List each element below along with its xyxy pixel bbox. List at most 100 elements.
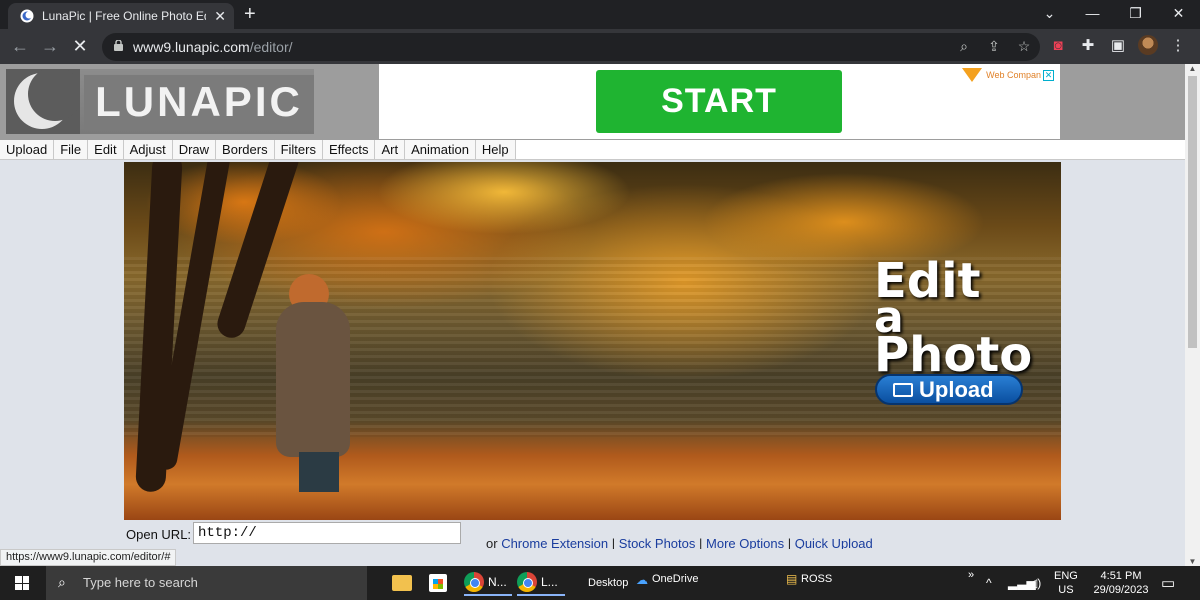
tab-title: LunaPic | Free Online Photo Edit	[42, 9, 206, 23]
clock-time: 4:51 PM	[1101, 570, 1142, 582]
chrome-extension-link[interactable]: Chrome Extension	[501, 536, 608, 549]
link-separator: |	[699, 536, 702, 549]
url-path: /editor/	[250, 39, 293, 55]
menu-animation[interactable]: Animation	[405, 140, 476, 159]
quick-upload-link[interactable]: Quick Upload	[795, 536, 873, 549]
folder-icon	[893, 383, 913, 397]
page-scrollbar[interactable]: ▲ ▼	[1185, 64, 1200, 566]
lunapic-favicon-icon	[20, 9, 34, 23]
chrome-icon	[517, 572, 537, 592]
chrome-window-2-button[interactable]: L...	[517, 570, 565, 596]
link-separator: |	[788, 536, 791, 549]
forward-arrow-icon[interactable]: →	[38, 35, 62, 59]
ad-brand[interactable]: Web Compan ✕	[962, 68, 1054, 82]
link-separator: |	[612, 536, 615, 549]
menu-adjust[interactable]: Adjust	[124, 140, 173, 159]
ross-file-icon: ▤	[786, 572, 797, 586]
photographer-body	[276, 302, 350, 457]
status-bar-url: https://www9.lunapic.com/editor/#	[0, 549, 176, 566]
stock-photos-link[interactable]: Stock Photos	[619, 536, 696, 549]
windows-logo-icon	[15, 576, 29, 590]
search-icon: ⌕	[58, 574, 74, 590]
menu-upload[interactable]: Upload	[0, 140, 54, 159]
web-page: LUNAPIC START Web Compan ✕ Upload File E…	[0, 64, 1185, 549]
hero-upload-button[interactable]: Upload	[875, 374, 1023, 405]
ad-close-icon[interactable]: ✕	[1043, 70, 1054, 81]
share-icon[interactable]: ⇪	[986, 38, 1002, 55]
onedrive-cloud-icon[interactable]: ☁	[636, 573, 648, 587]
ross-label[interactable]: ROSS	[801, 572, 832, 586]
browser-tab[interactable]: LunaPic | Free Online Photo Edit ✕	[8, 3, 234, 29]
scrollbar-thumb[interactable]	[1188, 76, 1197, 348]
menu-filters[interactable]: Filters	[275, 140, 323, 159]
menu-effects[interactable]: Effects	[323, 140, 376, 159]
clock[interactable]: 4:51 PM 29/09/2023	[1090, 569, 1152, 597]
zoom-search-icon[interactable]: ⌕	[956, 38, 972, 55]
chrome-window-1-label: N...	[488, 575, 507, 589]
show-hidden-icons-icon[interactable]: ^	[986, 576, 992, 590]
more-options-link[interactable]: More Options	[706, 536, 784, 549]
taskbar-search-placeholder: Type here to search	[83, 575, 198, 590]
browser-tab-bar: LunaPic | Free Online Photo Edit ✕ + ⌄ —…	[0, 0, 1200, 29]
window-controls: ⌄ — ❐ ✕	[1028, 0, 1200, 29]
upload-options-links: or Chrome Extension | Stock Photos | Mor…	[486, 536, 873, 549]
ad-start-button[interactable]: START	[596, 70, 842, 133]
side-panel-icon[interactable]: ▣	[1108, 36, 1128, 54]
new-tab-icon[interactable]: +	[244, 3, 256, 25]
extensions-puzzle-icon[interactable]: ✚	[1078, 36, 1098, 54]
volume-icon[interactable]: ◁)	[1028, 576, 1041, 590]
file-explorer-button[interactable]	[392, 570, 412, 596]
lunapic-logo[interactable]: LUNAPIC	[6, 69, 314, 134]
site-header: LUNAPIC START Web Compan ✕	[0, 64, 1185, 140]
menu-file[interactable]: File	[54, 140, 88, 159]
microsoft-store-button[interactable]	[429, 570, 447, 596]
url-text[interactable]: www9.lunapic.com/editor/	[133, 39, 293, 55]
menu-art[interactable]: Art	[375, 140, 405, 159]
store-icon	[429, 574, 447, 592]
input-language[interactable]: ENG US	[1054, 569, 1078, 597]
taskbar-search-box[interactable]: ⌕ Type here to search	[46, 566, 367, 600]
lock-icon	[114, 40, 123, 51]
notifications-icon[interactable]: ▭	[1161, 574, 1175, 592]
moon-logo-icon	[6, 69, 80, 134]
open-url-input[interactable]	[193, 522, 461, 544]
language-line1: ENG	[1054, 570, 1078, 582]
onedrive-label[interactable]: OneDrive	[652, 572, 698, 586]
editor-menu-bar: Upload File Edit Adjust Draw Borders Fil…	[0, 140, 1185, 160]
chrome-window-2-label: L...	[541, 575, 558, 589]
stop-loading-icon[interactable]: ✕	[68, 35, 92, 59]
hero-photo[interactable]: Edit a Photo Upload	[124, 162, 1061, 520]
windows-taskbar: ⌕ Type here to search N... L... Desktop …	[0, 566, 1200, 600]
file-explorer-icon	[392, 575, 412, 591]
hero-upload-label: Upload	[919, 377, 994, 403]
menu-help[interactable]: Help	[476, 140, 516, 159]
url-host: www9.lunapic.com	[133, 39, 250, 55]
bookmark-star-icon[interactable]: ☆	[1016, 38, 1032, 55]
address-bar[interactable]: www9.lunapic.com/editor/ ⌕ ⇪ ☆	[102, 33, 1040, 61]
logo-text: LUNAPIC	[84, 75, 314, 129]
toolbar-overflow-chevron-icon[interactable]: »	[968, 568, 974, 582]
minimize-icon[interactable]: —	[1071, 0, 1114, 29]
menu-draw[interactable]: Draw	[173, 140, 216, 159]
close-window-icon[interactable]: ✕	[1157, 0, 1200, 29]
menu-edit[interactable]: Edit	[88, 140, 123, 159]
browser-menu-icon[interactable]: ⋮	[1168, 36, 1188, 54]
scroll-down-arrow-icon[interactable]: ▼	[1188, 557, 1197, 566]
start-button[interactable]	[0, 566, 44, 600]
back-arrow-icon[interactable]: ←	[8, 35, 32, 59]
ad-brand-name: Web Compan	[986, 70, 1041, 80]
hero-title-line3: Photo	[874, 336, 1032, 374]
desktop-toolbar[interactable]: Desktop	[588, 576, 628, 590]
profile-avatar[interactable]	[1138, 35, 1158, 55]
pocket-extension-icon[interactable]: ◙	[1048, 37, 1068, 54]
restore-icon[interactable]: ❐	[1114, 0, 1157, 29]
advertisement-banner[interactable]: START Web Compan ✕	[379, 64, 1060, 139]
scroll-up-arrow-icon[interactable]: ▲	[1188, 64, 1197, 73]
tab-search-icon[interactable]: ⌄	[1028, 0, 1071, 29]
menu-borders[interactable]: Borders	[216, 140, 275, 159]
chrome-window-1-button[interactable]: N...	[464, 570, 512, 596]
tab-close-icon[interactable]: ✕	[214, 8, 226, 25]
chrome-icon	[464, 572, 484, 592]
edit-a-photo-heading: Edit a Photo	[874, 262, 1032, 374]
links-prefix: or	[486, 536, 498, 549]
